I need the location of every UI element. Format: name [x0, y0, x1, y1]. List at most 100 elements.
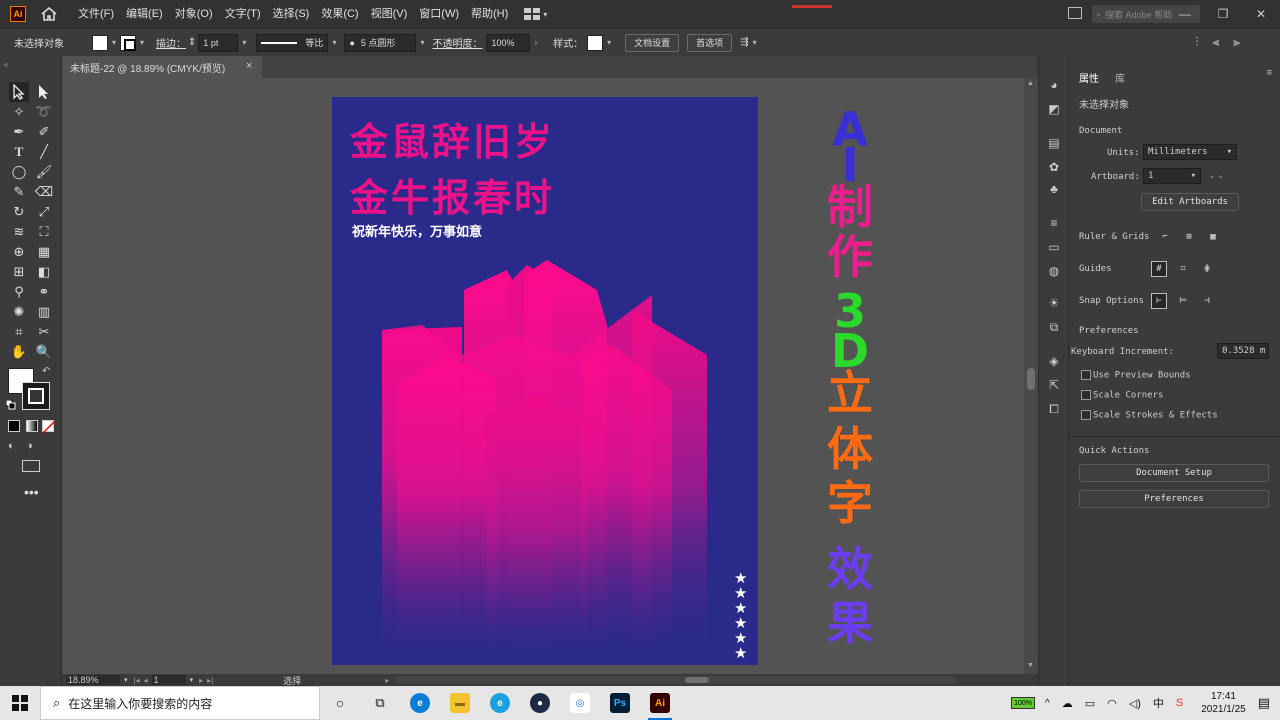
gradient-panel-icon[interactable]: ▭	[1046, 240, 1062, 254]
horizontal-scrollbar[interactable]	[395, 676, 956, 684]
blend-tool-icon[interactable]: ⚭	[34, 282, 54, 302]
profile-dropdown-icon[interactable]: ▾	[332, 38, 336, 47]
color-guide-icon[interactable]: ◩	[1046, 102, 1062, 116]
hscroll-thumb[interactable]	[685, 677, 710, 683]
taskbar-app-browser[interactable]: e	[480, 686, 520, 720]
align-center-icon[interactable]: ⫷	[1212, 35, 1219, 50]
scale-tool-icon[interactable]: ⤢	[34, 202, 54, 222]
tray-expand-icon[interactable]: ^	[1045, 698, 1050, 709]
checkbox-box[interactable]	[1081, 410, 1091, 420]
perspective-grid-tool-icon[interactable]: ▦	[34, 242, 54, 262]
edit-artboards-button[interactable]: Edit Artboards	[1141, 193, 1239, 211]
stroke-weight-input[interactable]: 1 pt	[198, 33, 239, 52]
pen-tool-icon[interactable]: ✒	[9, 122, 29, 142]
fill-dropdown-icon[interactable]: ▾	[112, 38, 116, 47]
units-select[interactable]: Millimeters ▾	[1143, 144, 1237, 160]
vertical-scrollbar[interactable]: ▲ ▼	[1024, 78, 1038, 674]
brush-select[interactable]: ● 5 点圆形	[344, 33, 417, 52]
tray-app-icon[interactable]: ▭	[1085, 697, 1095, 710]
paintbrush-tool-icon[interactable]: 🖌	[34, 162, 54, 182]
artboard-dropdown-icon[interactable]: ▾	[190, 676, 194, 684]
rotate-tool-icon[interactable]: ↻	[9, 202, 29, 222]
document-setup-button[interactable]: 文档设置	[625, 33, 680, 52]
slice-tool-icon[interactable]: ✂	[34, 322, 54, 342]
zoom-tool-icon[interactable]: 🔍	[34, 342, 54, 362]
menu-edit[interactable]: 编辑(E)	[120, 0, 169, 28]
appearance-panel-icon[interactable]: ☀	[1046, 296, 1062, 310]
menu-type[interactable]: 文字(T)	[219, 0, 267, 28]
graphic-styles-icon[interactable]: ⧉	[1046, 320, 1062, 334]
input-method-icon[interactable]: 中	[1153, 695, 1164, 711]
magic-wand-tool-icon[interactable]: ✧	[9, 102, 29, 122]
ellipse-tool-icon[interactable]: ◯	[9, 162, 29, 182]
align-left-icon[interactable]: ⫶	[1195, 35, 1198, 50]
column-graph-tool-icon[interactable]: ▥	[34, 302, 54, 322]
stroke-label[interactable]: 描边：	[156, 35, 186, 50]
zoom-dropdown-icon[interactable]: ▾	[124, 676, 128, 684]
transparency-grid-icon[interactable]: ▦	[1205, 229, 1221, 245]
checkbox-box[interactable]	[1081, 370, 1091, 380]
shape-builder-tool-icon[interactable]: ⊕	[9, 242, 29, 262]
menu-select[interactable]: 选择(S)	[267, 0, 316, 28]
close-tab-icon[interactable]: ×	[246, 60, 252, 72]
default-colors-icon[interactable]	[5, 399, 16, 410]
opacity-arrow-icon[interactable]: ›	[534, 38, 537, 47]
document-tab[interactable]: 未标题-22 @ 18.89% (CMYK/预览) ×	[62, 56, 262, 78]
minimize-button[interactable]: —	[1166, 0, 1204, 28]
sogou-ime-icon[interactable]: S	[1176, 697, 1183, 709]
eraser-tool-icon[interactable]: ⌫	[34, 182, 54, 202]
cortana-button[interactable]: ○	[320, 686, 360, 720]
menu-object[interactable]: 对象(O)	[169, 0, 219, 28]
snap-to-point-icon[interactable]: ⊢	[1151, 293, 1167, 309]
draw-behind-icon[interactable]: ◑	[26, 440, 33, 452]
brush-dropdown-icon[interactable]: ▾	[420, 38, 424, 47]
menu-view[interactable]: 视图(V)	[365, 0, 414, 28]
lasso-tool-icon[interactable]: ➰	[34, 102, 54, 122]
mesh-tool-icon[interactable]: ⊞	[9, 262, 29, 282]
scrollbar-thumb[interactable]	[1027, 368, 1035, 390]
stroke-stepper-icon[interactable]: ⇕	[188, 37, 196, 48]
stroke-weight-dropdown-icon[interactable]: ▾	[242, 38, 246, 47]
symbol-sprayer-tool-icon[interactable]: ✺	[9, 302, 29, 322]
scroll-up-icon[interactable]: ▲	[1027, 80, 1034, 87]
eyedropper-tool-icon[interactable]: ⚲	[9, 282, 29, 302]
wifi-icon[interactable]: ◠	[1107, 697, 1117, 710]
stroke-panel-icon[interactable]: ≡	[1046, 216, 1062, 230]
last-artboard-icon[interactable]: ▸|	[207, 676, 213, 685]
artboard-nav-icons[interactable]: ◂ ▸	[1209, 172, 1223, 181]
asset-export-icon[interactable]: ⇱	[1046, 378, 1062, 392]
checkbox-box[interactable]	[1081, 390, 1091, 400]
zoom-level-field[interactable]: 18.89%	[66, 675, 120, 685]
notifications-icon[interactable]: ▤	[1258, 695, 1270, 711]
restore-button[interactable]: ❐	[1204, 0, 1242, 28]
use-preview-bounds-checkbox[interactable]: Use Preview Bounds	[1081, 370, 1191, 381]
status-menu-icon[interactable]: ▸	[385, 676, 389, 685]
gradient-tool-icon[interactable]: ◧	[34, 262, 54, 282]
taskbar-app-explorer[interactable]: ▬	[440, 686, 480, 720]
canvas[interactable]: 金鼠辞旧岁 金牛报春时 祝新年快乐，万事如意 ★ ★ ★ ★ ★ ★ A I 制…	[62, 78, 1024, 674]
artboard-select[interactable]: 1 ▾	[1143, 168, 1201, 184]
artboard-tool-icon[interactable]: ⌗	[9, 322, 29, 342]
opacity-input[interactable]: 100%	[486, 33, 531, 52]
layers-panel-icon[interactable]: ◈	[1046, 354, 1062, 368]
taskbar-app-photoshop[interactable]: Ps	[600, 686, 640, 720]
align-right-icon[interactable]: ⫸	[1233, 35, 1240, 50]
panel-menu-icon[interactable]: ≡	[1267, 68, 1272, 78]
snap-to-grid-icon[interactable]: ⊨	[1175, 293, 1191, 309]
taskbar-app-cloud[interactable]: ◎	[560, 686, 600, 720]
rulers-icon[interactable]: ⌐	[1157, 229, 1173, 245]
snap-to-pixel-icon[interactable]: ⊣	[1199, 293, 1215, 309]
scale-strokes-checkbox[interactable]: Scale Strokes & Effects	[1081, 410, 1218, 421]
panel-layout-icon[interactable]	[1068, 7, 1082, 19]
hand-tool-icon[interactable]: ✋	[9, 342, 29, 362]
scale-corners-checkbox[interactable]: Scale Corners	[1081, 390, 1163, 401]
start-button[interactable]	[0, 686, 40, 720]
menu-help[interactable]: 帮助(H)	[465, 0, 514, 28]
next-artboard-icon[interactable]: ▸	[199, 676, 203, 685]
selection-tool-icon[interactable]	[9, 82, 29, 102]
stroke-color-swatch[interactable]	[22, 382, 50, 410]
none-mode-icon[interactable]	[42, 420, 56, 434]
home-icon[interactable]	[40, 5, 58, 23]
menu-window[interactable]: 窗口(W)	[413, 0, 465, 28]
lock-guides-icon[interactable]: ⌗	[1175, 261, 1191, 277]
